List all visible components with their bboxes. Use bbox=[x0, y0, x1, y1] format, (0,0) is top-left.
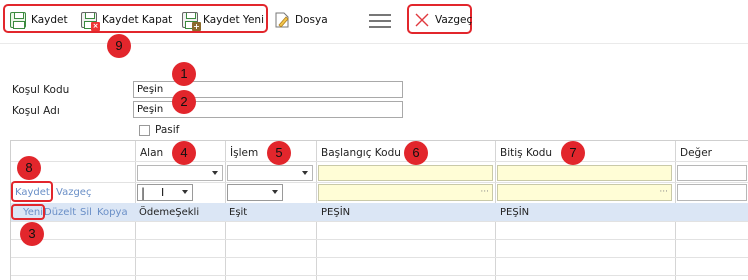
lookup-ellipsis-icon: ··· bbox=[659, 187, 668, 197]
condition-code-label: Koşul Kodu bbox=[12, 84, 70, 96]
conditions-grid: Alan İşlem Başlangıç Kodu Bitiş Kodu Değ… bbox=[10, 140, 748, 280]
text-cursor-icon: | bbox=[141, 186, 146, 200]
filter-deger-input[interactable] bbox=[677, 165, 747, 181]
annotation-badge-1: 1 bbox=[172, 62, 196, 86]
save-new-button[interactable]: + Kaydet Yeni bbox=[181, 10, 264, 31]
close-icon bbox=[413, 11, 431, 29]
passive-checkbox[interactable] bbox=[139, 125, 150, 136]
cell-alan: ÖdemeŞekli bbox=[139, 207, 200, 218]
column-header-alan[interactable]: Alan bbox=[140, 147, 163, 159]
annotation-badge-3: 3 bbox=[20, 222, 44, 246]
row-copy-link[interactable]: Kopya bbox=[97, 207, 128, 218]
edit-baslangic-input[interactable]: ··· bbox=[318, 184, 493, 201]
file-pencil-icon bbox=[273, 11, 291, 29]
lookup-ellipsis-icon: ··· bbox=[480, 187, 489, 197]
edit-bitis-input[interactable]: ··· bbox=[497, 184, 672, 201]
annotation-badge-4: 4 bbox=[172, 141, 196, 165]
passive-label: Pasif bbox=[155, 124, 180, 136]
annotation-badge-2: 2 bbox=[172, 90, 196, 114]
row-edit-link[interactable]: Düzelt bbox=[44, 207, 76, 218]
cancel-label: Vazgeç bbox=[435, 14, 473, 26]
save-icon bbox=[9, 11, 27, 29]
new-link-highlight-box bbox=[11, 204, 45, 220]
annotation-badge-7: 7 bbox=[561, 141, 585, 165]
annotation-badge-5: 5 bbox=[267, 141, 291, 165]
chevron-down-icon bbox=[212, 171, 218, 175]
save-new-label: Kaydet Yeni bbox=[203, 14, 264, 26]
edit-alan-select[interactable]: | I bbox=[137, 184, 193, 201]
chevron-down-icon bbox=[302, 171, 308, 175]
column-header-bitis[interactable]: Bitiş Kodu bbox=[500, 147, 552, 159]
column-header-deger[interactable]: Değer bbox=[680, 147, 712, 159]
save-link-highlight-box bbox=[11, 181, 53, 202]
save-close-button[interactable]: × Kaydet Kapat bbox=[80, 10, 173, 31]
column-header-baslangic[interactable]: Başlangıç Kodu bbox=[321, 147, 401, 159]
chevron-down-icon bbox=[272, 190, 278, 194]
row-cancel-link[interactable]: Vazgeç bbox=[56, 187, 91, 198]
cell-bitis: PEŞİN bbox=[500, 207, 530, 218]
save-close-label: Kaydet Kapat bbox=[102, 14, 173, 26]
annotation-badge-6: 6 bbox=[404, 141, 428, 165]
file-label: Dosya bbox=[295, 14, 328, 26]
row-delete-link[interactable]: Sil bbox=[80, 207, 92, 218]
cancel-button[interactable]: Vazgeç bbox=[413, 10, 472, 30]
cell-islem: Eşit bbox=[229, 207, 248, 218]
save-close-icon: × bbox=[80, 11, 100, 31]
column-header-islem[interactable]: İşlem bbox=[230, 147, 258, 159]
filter-baslangic-input[interactable] bbox=[318, 165, 493, 181]
filter-alan-select[interactable] bbox=[137, 165, 223, 181]
cell-baslangic: PEŞİN bbox=[321, 207, 351, 218]
edit-deger-input[interactable] bbox=[677, 184, 747, 201]
condition-name-label: Koşul Adı bbox=[12, 105, 60, 117]
edit-islem-select[interactable] bbox=[227, 184, 283, 201]
annotation-badge-9: 9 bbox=[107, 34, 131, 58]
menu-icon[interactable] bbox=[369, 14, 391, 28]
save-new-icon: + bbox=[181, 11, 201, 31]
save-label: Kaydet bbox=[31, 14, 68, 26]
filter-bitis-input[interactable] bbox=[497, 165, 672, 181]
chevron-down-icon bbox=[182, 190, 188, 194]
file-button[interactable]: Dosya bbox=[273, 10, 328, 30]
save-button[interactable]: Kaydet bbox=[9, 10, 68, 30]
filter-islem-select[interactable] bbox=[227, 165, 313, 181]
ibeam-cursor-icon: I bbox=[161, 186, 165, 199]
annotation-badge-8: 8 bbox=[17, 156, 41, 180]
